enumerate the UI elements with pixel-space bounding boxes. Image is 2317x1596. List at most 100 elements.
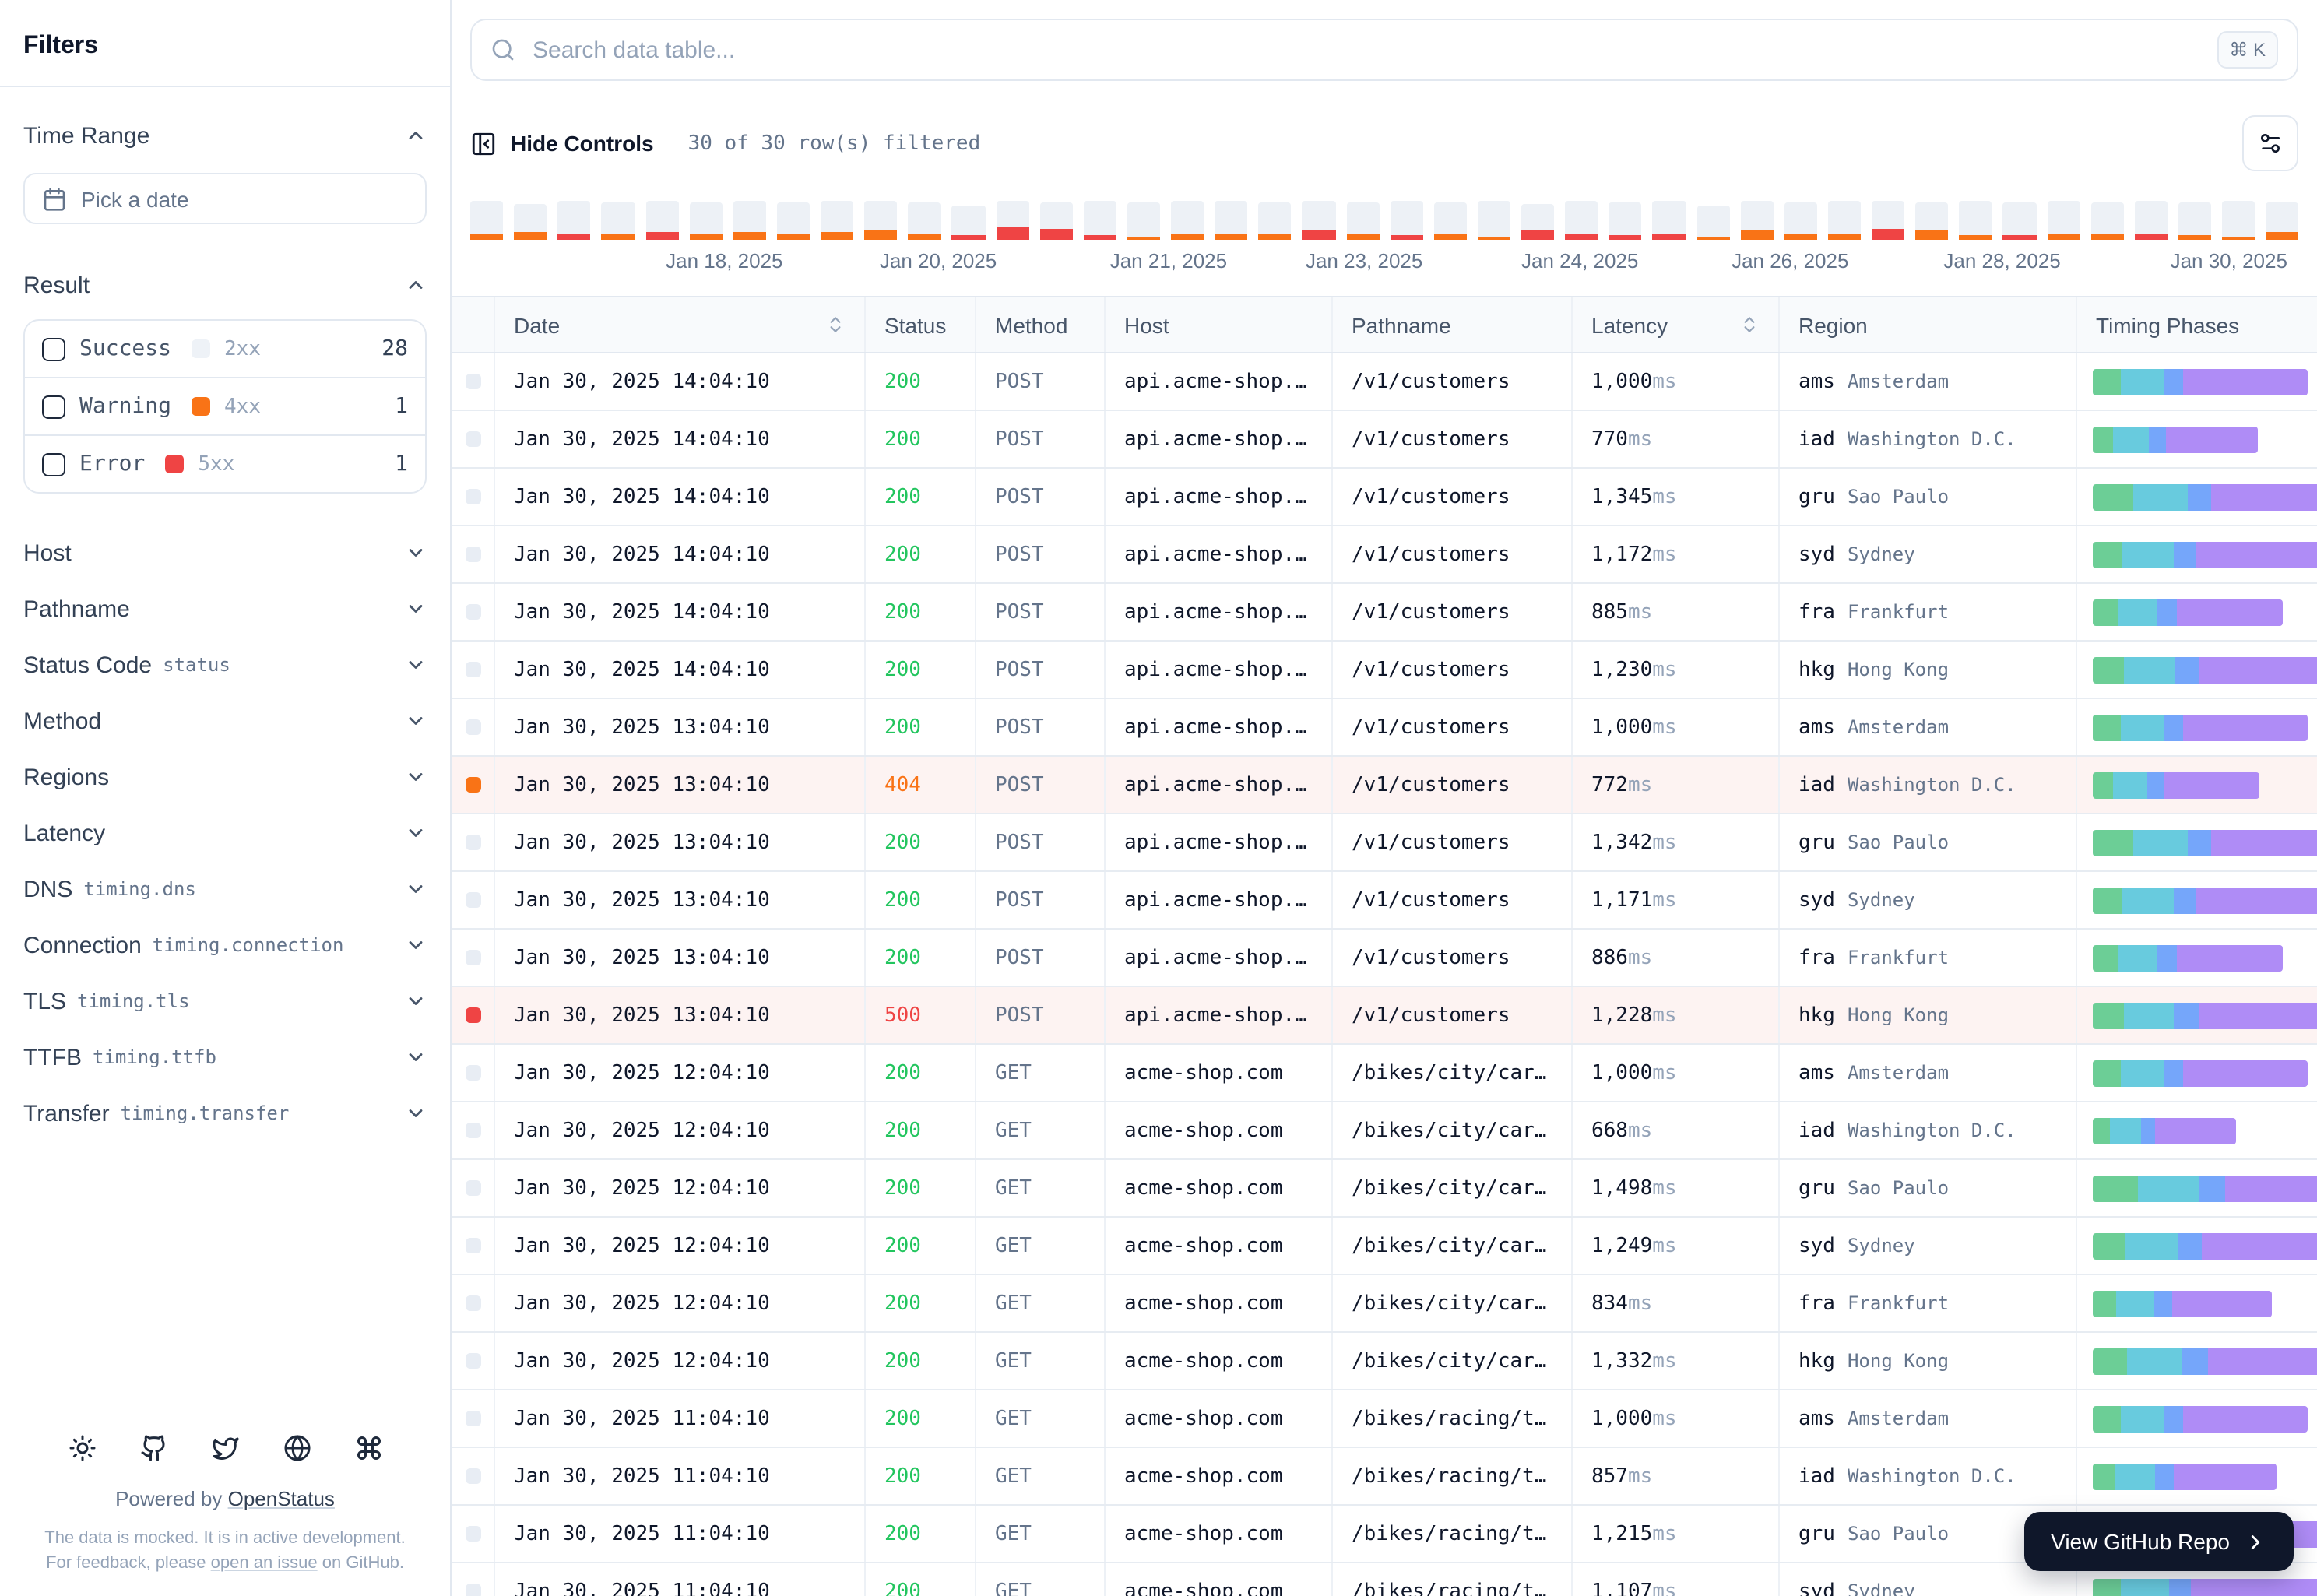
histogram-bar[interactable] (951, 199, 985, 240)
histogram-bar[interactable] (1521, 199, 1555, 240)
section-method[interactable]: Method (23, 693, 427, 749)
table-row[interactable]: Jan 30, 2025 13:04:10 200 POST api.acme-sho… (452, 930, 2317, 987)
histogram-bar[interactable] (2222, 199, 2255, 240)
histogram-bar[interactable] (1346, 199, 1380, 240)
table-row[interactable]: Jan 30, 2025 13:04:10 200 POST api.acme-sho… (452, 814, 2317, 872)
table-row[interactable]: Jan 30, 2025 12:04:10 200 GET acme-shop.com… (452, 1045, 2317, 1102)
result-filter-item[interactable]: Warning 4xx 1 (25, 378, 425, 436)
table-row[interactable]: Jan 30, 2025 12:04:10 200 GET acme-shop.com… (452, 1102, 2317, 1160)
histogram-bar[interactable] (2134, 199, 2168, 240)
section-status-code[interactable]: Status Code status (23, 637, 427, 693)
histogram-bar[interactable] (1565, 199, 1598, 240)
search-input[interactable] (529, 35, 2203, 65)
table-row[interactable]: Jan 30, 2025 11:04:10 200 GET acme-shop.com… (452, 1390, 2317, 1448)
table-row[interactable]: Jan 30, 2025 13:04:10 404 POST api.acme-sho… (452, 757, 2317, 814)
section-latency[interactable]: Latency (23, 805, 427, 861)
section-regions[interactable]: Regions (23, 749, 427, 805)
globe-icon[interactable] (283, 1434, 311, 1462)
histogram-bar[interactable] (821, 199, 854, 240)
histogram-bar[interactable] (2090, 199, 2124, 240)
histogram-bar[interactable] (1740, 199, 1774, 240)
table-row[interactable]: Jan 30, 2025 14:04:10 200 POST api.acme-sho… (452, 411, 2317, 469)
table-row[interactable]: Jan 30, 2025 12:04:10 200 GET acme-shop.com… (452, 1333, 2317, 1390)
github-icon[interactable] (139, 1434, 167, 1462)
histogram-bar[interactable] (470, 199, 504, 240)
table-row[interactable]: Jan 30, 2025 14:04:10 200 POST api.acme-sho… (452, 526, 2317, 584)
histogram-bar[interactable] (908, 199, 941, 240)
histogram-bar[interactable] (1872, 199, 1905, 240)
sun-icon[interactable] (68, 1434, 96, 1462)
section-result[interactable]: Result (23, 257, 427, 313)
histogram-bar[interactable] (1390, 199, 1423, 240)
openstatus-link[interactable]: OpenStatus (228, 1487, 335, 1510)
histogram-bar[interactable] (1039, 199, 1073, 240)
search-bar[interactable]: ⌘ K (470, 19, 2298, 81)
table-row[interactable]: Jan 30, 2025 14:04:10 200 POST api.acme-sho… (452, 642, 2317, 699)
section-pathname[interactable]: Pathname (23, 581, 427, 637)
histogram-bar[interactable] (1258, 199, 1292, 240)
histogram-bar[interactable] (864, 199, 898, 240)
table-row[interactable]: Jan 30, 2025 13:04:10 200 POST api.acme-sho… (452, 699, 2317, 757)
histogram-bar[interactable] (601, 199, 635, 240)
table-row[interactable]: Jan 30, 2025 12:04:10 200 GET acme-shop.com… (452, 1218, 2317, 1275)
table-row[interactable]: Jan 30, 2025 13:04:10 200 POST api.acme-sho… (452, 872, 2317, 930)
twitter-icon[interactable] (211, 1434, 239, 1462)
histogram-bar[interactable] (1433, 199, 1467, 240)
column-header-latency[interactable]: Latency (1573, 297, 1780, 352)
checkbox[interactable] (42, 337, 65, 360)
histogram-bar[interactable] (1784, 199, 1817, 240)
section-host[interactable]: Host (23, 525, 427, 581)
table-row[interactable]: Jan 30, 2025 11:04:10 200 GET acme-shop.com… (452, 1448, 2317, 1506)
histogram-bar[interactable] (557, 199, 591, 240)
open-issue-link[interactable]: open an issue (211, 1554, 318, 1573)
histogram-bar[interactable] (996, 199, 1029, 240)
hide-controls-button[interactable]: Hide Controls (470, 130, 654, 156)
histogram-bar[interactable] (2266, 199, 2299, 240)
section-connection[interactable]: Connection timing.connection (23, 917, 427, 973)
histogram-bar[interactable] (2002, 199, 2036, 240)
histogram-bar[interactable] (514, 199, 547, 240)
histogram-bar[interactable] (1609, 199, 1642, 240)
section-dns[interactable]: DNS timing.dns (23, 861, 427, 917)
table-row[interactable]: Jan 30, 2025 12:04:10 200 GET acme-shop.com… (452, 1160, 2317, 1218)
histogram-bar[interactable] (645, 199, 679, 240)
result-filter-item[interactable]: Error 5xx 1 (25, 436, 425, 492)
histogram-bar[interactable] (1215, 199, 1248, 240)
section-time-range[interactable]: Time Range (23, 107, 427, 163)
section-transfer[interactable]: Transfer timing.transfer (23, 1085, 427, 1141)
column-header-date[interactable]: Date (495, 297, 866, 352)
histogram-bar[interactable] (1171, 199, 1204, 240)
histogram-bar[interactable] (1127, 199, 1160, 240)
histogram-bar[interactable] (1083, 199, 1116, 240)
histogram-bar[interactable] (1827, 199, 1861, 240)
histogram-bar[interactable] (689, 199, 723, 240)
sort-icon[interactable] (825, 315, 846, 335)
table-row[interactable]: Jan 30, 2025 12:04:10 200 GET acme-shop.com… (452, 1275, 2317, 1333)
table-row[interactable]: Jan 30, 2025 14:04:10 200 POST api.acme-sho… (452, 584, 2317, 642)
checkbox[interactable] (42, 395, 65, 418)
section-ttfb[interactable]: TTFB timing.ttfb (23, 1029, 427, 1085)
histogram-bar[interactable] (776, 199, 810, 240)
checkbox[interactable] (42, 452, 65, 476)
histogram-bar[interactable] (733, 199, 766, 240)
histogram-bar[interactable] (1652, 199, 1686, 240)
histogram-bar[interactable] (2178, 199, 2211, 240)
histogram-bar[interactable] (1959, 199, 1992, 240)
date-picker-button[interactable]: Pick a date (23, 173, 427, 224)
table-row[interactable]: Jan 30, 2025 14:04:10 200 POST api.acme-sho… (452, 469, 2317, 526)
result-filter-item[interactable]: Success 2xx 28 (25, 321, 425, 378)
sort-icon[interactable] (1739, 315, 1760, 335)
histogram-bar[interactable] (1915, 199, 1949, 240)
section-tls[interactable]: TLS timing.tls (23, 973, 427, 1029)
histogram-bar[interactable] (1302, 199, 1335, 240)
view-options-button[interactable] (2242, 115, 2298, 171)
table-row[interactable]: Jan 30, 2025 13:04:10 500 POST api.acme-sho… (452, 987, 2317, 1045)
command-icon[interactable] (354, 1434, 382, 1462)
latency-cell: 1,498 ms (1573, 1160, 1780, 1216)
section-label: Connection (23, 932, 142, 958)
histogram-bar[interactable] (1696, 199, 1730, 240)
histogram-bar[interactable] (2047, 199, 2080, 240)
table-row[interactable]: Jan 30, 2025 14:04:10 200 POST api.acme-sho… (452, 353, 2317, 411)
view-github-repo-button[interactable]: View GitHub Repo (2024, 1512, 2294, 1571)
histogram-bar[interactable] (1477, 199, 1510, 240)
